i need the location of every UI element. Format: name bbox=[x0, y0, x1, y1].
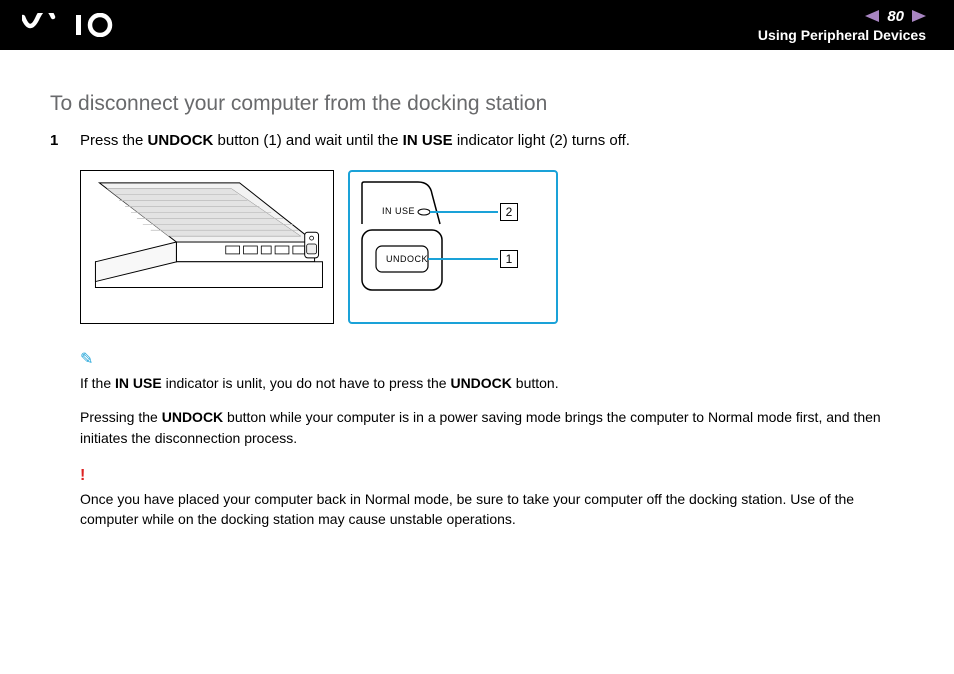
figure-row: IN USE UNDOCK 2 1 bbox=[80, 170, 904, 324]
section-title: To disconnect your computer from the doc… bbox=[50, 92, 904, 116]
warning-icon: ! bbox=[80, 464, 85, 487]
vaio-logo bbox=[22, 11, 132, 39]
step-text: Press the UNDOCK button (1) and wait unt… bbox=[80, 130, 904, 152]
page-number: 80 bbox=[887, 8, 904, 25]
text: button. bbox=[512, 375, 559, 391]
label-in-use: IN USE bbox=[382, 206, 415, 216]
text: button (1) and wait until the bbox=[213, 132, 402, 149]
figure-laptop bbox=[80, 170, 334, 324]
pencil-icon: ✎ bbox=[80, 348, 93, 371]
text: Press the bbox=[80, 132, 148, 149]
note-tip: ✎ If the IN USE indicator is unlit, you … bbox=[80, 348, 904, 448]
step-1: 1 Press the UNDOCK button (1) and wait u… bbox=[50, 130, 904, 152]
text: indicator is unlit, you do not have to p… bbox=[162, 375, 451, 391]
text: indicator light (2) turns off. bbox=[453, 132, 630, 149]
text-bold: IN USE bbox=[115, 375, 162, 391]
page-header: 80 Using Peripheral Devices bbox=[0, 0, 954, 50]
text-bold: UNDOCK bbox=[148, 132, 214, 149]
page-nav: 80 bbox=[865, 8, 926, 25]
text-bold: UNDOCK bbox=[450, 375, 511, 391]
text: Once you have placed your computer back … bbox=[80, 491, 854, 527]
next-page-arrow-icon[interactable] bbox=[912, 9, 926, 23]
figure-detail: IN USE UNDOCK 2 1 bbox=[348, 170, 558, 324]
note-warning: ! Once you have placed your computer bac… bbox=[80, 464, 904, 530]
callout-1: 1 bbox=[500, 250, 518, 268]
callout-2: 2 bbox=[500, 203, 518, 221]
text-bold: UNDOCK bbox=[162, 409, 223, 425]
text: Pressing the bbox=[80, 409, 162, 425]
breadcrumb: Using Peripheral Devices bbox=[758, 27, 926, 43]
prev-page-arrow-icon[interactable] bbox=[865, 9, 879, 23]
page-content: To disconnect your computer from the doc… bbox=[0, 50, 954, 566]
step-number: 1 bbox=[50, 132, 64, 149]
label-undock: UNDOCK bbox=[386, 254, 428, 264]
text-bold: IN USE bbox=[403, 132, 453, 149]
text: If the bbox=[80, 375, 115, 391]
